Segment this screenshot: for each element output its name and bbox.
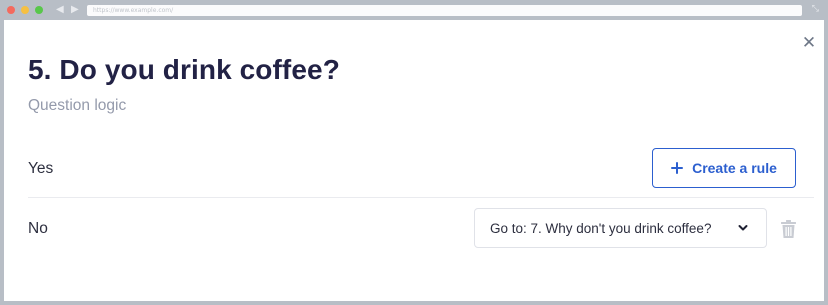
- close-window-dot[interactable]: [7, 6, 15, 14]
- goto-select-value: Go to: 7. Why don't you drink coffee?: [490, 221, 712, 236]
- browser-titlebar: ◀ ▶ https://www.example.com/ ⤡: [0, 0, 828, 20]
- minimize-window-dot[interactable]: [21, 6, 29, 14]
- question-logic-modal: ✕ 5. Do you drink coffee? Question logic…: [4, 20, 824, 301]
- create-rule-button[interactable]: Create a rule: [652, 148, 796, 188]
- plus-icon: [671, 162, 684, 174]
- forward-arrow-icon[interactable]: ▶: [71, 3, 79, 17]
- address-bar-url: https://www.example.com/: [93, 7, 174, 14]
- close-icon[interactable]: ✕: [801, 35, 817, 52]
- row-divider: [28, 197, 814, 198]
- browser-window: ◀ ▶ https://www.example.com/ ⤡ ✕ 5. Do y…: [0, 0, 828, 305]
- page-title: 5. Do you drink coffee?: [28, 54, 340, 85]
- chevron-down-icon: [738, 225, 748, 231]
- trash-icon[interactable]: [780, 219, 797, 239]
- address-bar[interactable]: https://www.example.com/: [87, 5, 802, 16]
- answer-label-no: No: [28, 220, 48, 237]
- back-arrow-icon[interactable]: ◀: [56, 3, 64, 17]
- page-subtitle: Question logic: [28, 97, 127, 114]
- goto-select[interactable]: Go to: 7. Why don't you drink coffee?: [474, 208, 767, 248]
- expand-icon[interactable]: ⤡: [812, 3, 819, 16]
- create-rule-label: Create a rule: [692, 160, 777, 176]
- answer-label-yes: Yes: [28, 160, 54, 177]
- maximize-window-dot[interactable]: [35, 6, 43, 14]
